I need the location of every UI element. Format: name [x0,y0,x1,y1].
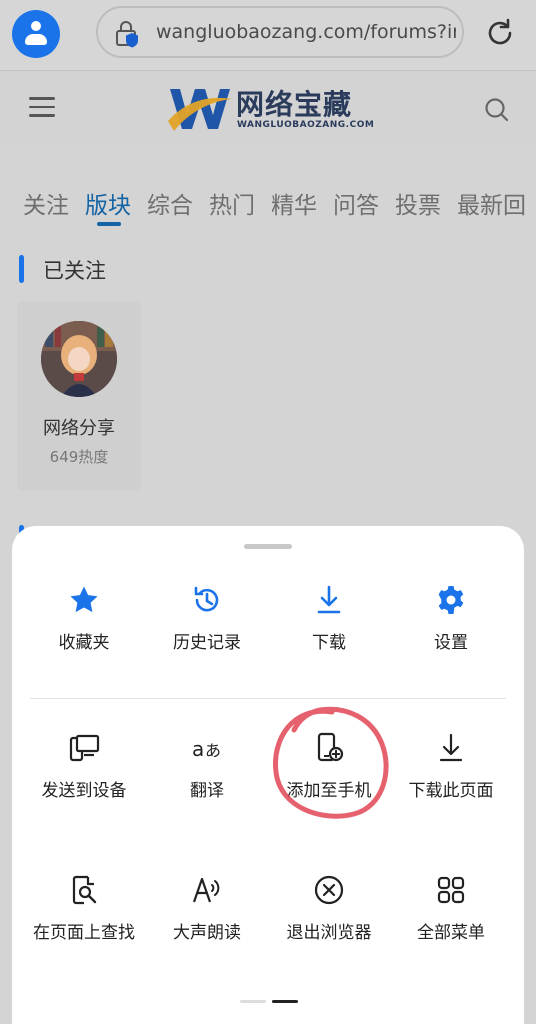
tab-general[interactable]: 综合 [147,186,193,220]
person-icon-body [25,34,47,45]
forum-heat: 649热度 [49,448,109,466]
menu-history[interactable]: 历史记录 [143,584,271,704]
lock-shield-icon [116,21,138,48]
section-accent-bar [19,255,24,283]
forum-tabs: 关注 版块 综合 热门 精华 问答 投票 最新回 [0,186,536,230]
search-icon[interactable] [484,97,510,123]
menu-label: 下载 [312,633,346,653]
tab-featured[interactable]: 精华 [271,186,317,220]
menu-label: 退出浏览器 [286,923,372,943]
forum-name: 网络分享 [43,418,115,439]
sheet-drag-handle[interactable] [244,544,292,549]
download-icon [317,585,341,614]
download-page-icon [439,733,463,762]
read-aloud-icon [192,877,220,903]
logo-text: 网络宝藏 [236,88,353,121]
person-icon-head [31,21,41,31]
menu-label: 翻译 [190,781,224,801]
all-menu-icon [437,876,465,904]
menu-label: 大声朗读 [173,923,241,943]
menu-favorites[interactable]: 收藏夹 [20,584,148,704]
page-dot-active [272,1000,298,1003]
svg-text:あ: あ [205,741,221,760]
menu-read-aloud[interactable]: 大声朗读 [143,874,271,994]
menu-label: 全部菜单 [417,923,485,943]
find-in-page-icon [72,875,97,905]
translate-icon: a あ [192,737,221,761]
menu-label: 历史记录 [173,633,241,653]
forum-avatar [41,321,117,397]
reload-icon[interactable] [484,17,516,49]
page-indicator [240,1000,300,1004]
site-logo[interactable]: 网络宝藏 WANGLUOBAOZANG.COM [168,81,374,137]
send-to-device-icon [69,734,100,762]
browser-menu-sheet: 收藏夹 历史记录 下载 设置 发送到设备 a あ 翻译 添加至手机 下载此页面 … [12,526,524,1024]
history-icon [194,586,219,612]
menu-label: 在页面上查找 [33,923,135,943]
menu-find-in-page[interactable]: 在页面上查找 [20,874,148,994]
logo-subtext: WANGLUOBAOZANG.COM [237,120,375,130]
address-bar[interactable]: wangluobaozang.com/forums?ir [96,6,464,58]
menu-translate[interactable]: a あ 翻译 [143,732,271,852]
page-dot-inactive [240,1000,266,1003]
tab-hot[interactable]: 热门 [209,186,255,220]
svg-text:a: a [192,737,204,761]
tab-latest-reply[interactable]: 最新回 [457,186,526,220]
menu-label: 收藏夹 [58,633,110,653]
menu-download-page[interactable]: 下载此页面 [387,732,515,852]
active-tab-indicator [97,222,121,226]
menu-label: 下载此页面 [408,781,494,801]
browser-toolbar: wangluobaozang.com/forums?ir [0,0,536,71]
menu-all-menus[interactable]: 全部菜单 [387,874,515,994]
site-header: 网络宝藏 WANGLUOBAOZANG.COM [0,71,536,145]
hamburger-menu-icon[interactable] [29,97,55,117]
menu-label: 发送到设备 [41,781,127,801]
anime-avatar-image [41,321,117,397]
tab-qa[interactable]: 问答 [333,186,379,220]
profile-avatar[interactable] [12,10,60,58]
exit-icon [314,875,344,905]
menu-label: 设置 [434,633,468,653]
menu-settings[interactable]: 设置 [387,584,515,704]
tab-vote[interactable]: 投票 [395,186,441,220]
annotation-circle [273,706,389,819]
menu-send-to-device[interactable]: 发送到设备 [20,732,148,852]
forum-card[interactable]: 网络分享 649热度 [17,301,141,491]
menu-exit-browser[interactable]: 退出浏览器 [265,874,393,994]
star-icon [70,586,98,613]
tab-boards[interactable]: 版块 [85,186,131,220]
url-text: wangluobaozang.com/forums?ir [156,21,456,43]
followed-section-title: 已关注 [43,259,106,283]
menu-downloads[interactable]: 下载 [265,584,393,704]
gear-icon [438,586,464,614]
tab-follow[interactable]: 关注 [23,186,69,220]
menu-divider [30,698,506,699]
logo-w-icon [168,89,232,131]
